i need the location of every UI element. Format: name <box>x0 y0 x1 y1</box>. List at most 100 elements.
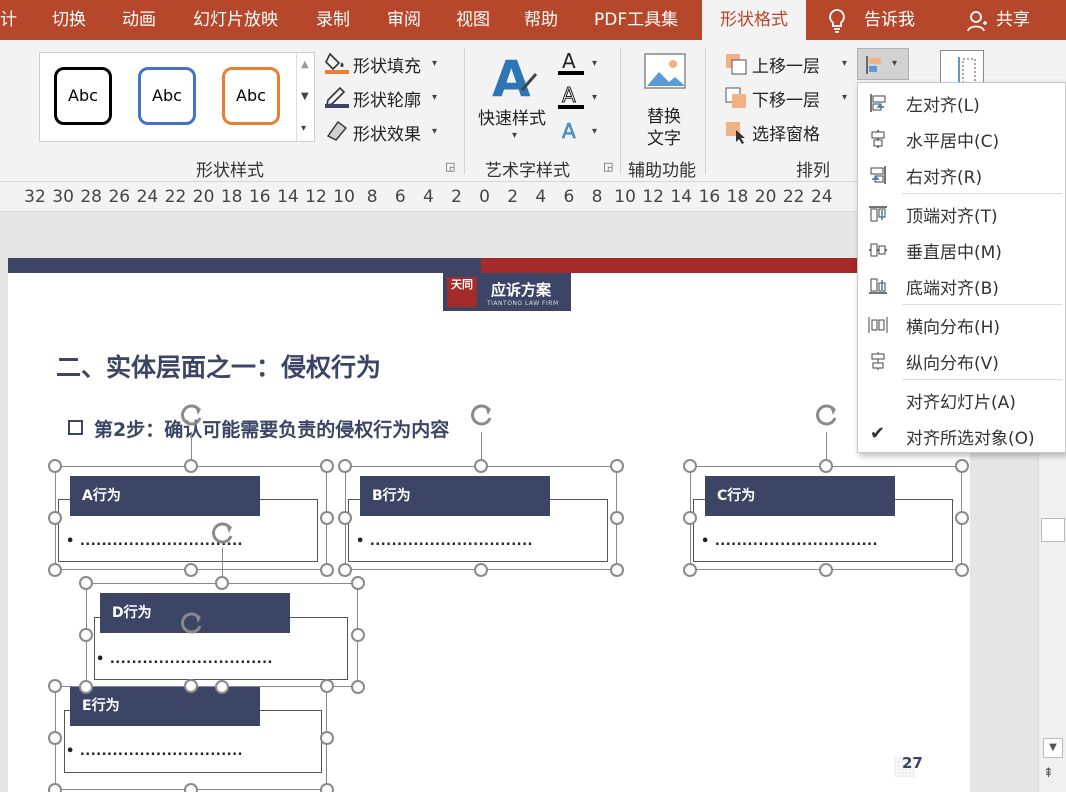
menu-item-align-right[interactable]: 右对齐(R) <box>858 157 1065 191</box>
shape-effects-icon[interactable] <box>324 118 350 142</box>
resize-handle[interactable] <box>474 459 488 473</box>
tab-shape-format[interactable]: 形状格式 <box>702 0 806 40</box>
selection-pane-icon[interactable] <box>724 120 748 144</box>
dialog-launcher-icon[interactable]: ◲ <box>603 160 613 173</box>
menu-item-align-to-slide[interactable]: 对齐幻灯片(A) <box>858 382 1065 416</box>
shape-outline-icon[interactable] <box>324 84 350 108</box>
tab-transitions[interactable]: 切换 <box>52 0 86 40</box>
chevron-down-icon[interactable]: ▾ <box>432 92 437 103</box>
chevron-down-icon[interactable]: ▾ <box>432 126 437 137</box>
resize-handle[interactable] <box>819 459 833 473</box>
resize-handle[interactable] <box>48 731 62 745</box>
rotate-handle-icon[interactable] <box>469 402 495 428</box>
previous-slide-icon[interactable]: ⇞ <box>1043 766 1054 781</box>
bring-forward-icon[interactable] <box>724 52 748 76</box>
resize-handle[interactable] <box>610 459 624 473</box>
resize-handle[interactable] <box>79 576 93 590</box>
resize-handle[interactable] <box>320 783 334 792</box>
menu-item-align-left[interactable]: 左对齐(L) <box>858 85 1065 119</box>
resize-handle[interactable] <box>320 511 334 525</box>
resize-handle[interactable] <box>819 563 833 577</box>
tell-me-search[interactable]: 告诉我 <box>864 0 915 40</box>
resize-handle[interactable] <box>320 679 334 693</box>
resize-handle[interactable] <box>610 511 624 525</box>
chevron-down-icon[interactable]: ▾ <box>592 92 597 103</box>
resize-handle[interactable] <box>338 563 352 577</box>
resize-handle[interactable] <box>351 680 365 694</box>
resize-handle[interactable] <box>320 459 334 473</box>
gallery-scroll[interactable]: ▲ ▼ ▾ <box>296 53 314 141</box>
resize-handle[interactable] <box>184 783 198 792</box>
menu-item-align-center[interactable]: 水平居中(C) <box>858 121 1065 155</box>
menu-item-align-selected[interactable]: ✔ 对齐所选对象(O) <box>858 418 1065 452</box>
menu-item-align-top[interactable]: 顶端对齐(T) <box>858 196 1065 230</box>
send-backward-icon[interactable] <box>724 86 748 110</box>
scroll-thumb[interactable] <box>1041 518 1065 542</box>
rotate-handle-icon[interactable] <box>179 610 205 636</box>
resize-handle[interactable] <box>184 563 198 577</box>
dialog-launcher-icon[interactable]: ◲ <box>445 160 455 173</box>
shape-style-sample[interactable]: Abc <box>138 67 196 125</box>
resize-handle[interactable] <box>48 511 62 525</box>
menu-item-align-bottom[interactable]: 底端对齐(B) <box>858 268 1065 302</box>
gallery-more-icon[interactable]: ▾ <box>301 123 306 134</box>
tab-slideshow[interactable]: 幻灯片放映 <box>193 0 278 40</box>
resize-handle[interactable] <box>955 511 969 525</box>
shape-outline-label[interactable]: 形状轮廓 <box>353 86 421 111</box>
resize-handle[interactable] <box>338 459 352 473</box>
alt-text-icon[interactable] <box>643 52 687 92</box>
resize-handle[interactable] <box>48 563 62 577</box>
selection-pane-label[interactable]: 选择窗格 <box>752 120 820 145</box>
chevron-down-icon[interactable]: ▾ <box>512 130 517 141</box>
resize-handle[interactable] <box>683 563 697 577</box>
text-outline-icon[interactable]: A <box>558 83 586 110</box>
resize-handle[interactable] <box>48 679 62 693</box>
menu-item-distribute-horizontal[interactable]: 横向分布(H) <box>858 307 1065 341</box>
shape-fill-icon[interactable] <box>324 50 350 74</box>
resize-handle[interactable] <box>320 731 334 745</box>
tab-record[interactable]: 录制 <box>316 0 350 40</box>
chevron-up-icon[interactable]: ▲ <box>301 59 309 70</box>
resize-handle[interactable] <box>338 511 352 525</box>
resize-handle[interactable] <box>474 563 488 577</box>
chevron-down-icon[interactable]: ▼ <box>301 91 309 102</box>
resize-handle[interactable] <box>320 563 334 577</box>
send-backward-label[interactable]: 下移一层 <box>752 86 820 111</box>
resize-handle[interactable] <box>351 628 365 642</box>
chevron-down-icon[interactable]: ▾ <box>592 58 597 69</box>
lightbulb-icon[interactable] <box>826 8 848 34</box>
scroll-down-icon[interactable]: ▼ <box>1043 738 1063 758</box>
tab-view[interactable]: 视图 <box>456 0 490 40</box>
chevron-down-icon[interactable]: ▾ <box>432 58 437 69</box>
tab-design[interactable]: 计 <box>0 0 17 40</box>
chevron-down-icon[interactable]: ▾ <box>842 58 847 69</box>
resize-handle[interactable] <box>79 628 93 642</box>
resize-handle[interactable] <box>215 576 229 590</box>
tab-review[interactable]: 审阅 <box>387 0 421 40</box>
resize-handle[interactable] <box>683 511 697 525</box>
chevron-down-icon[interactable]: ▾ <box>592 126 597 137</box>
resize-handle[interactable] <box>48 783 62 792</box>
menu-item-distribute-vertical[interactable]: 纵向分布(V) <box>858 343 1065 377</box>
align-button[interactable]: ▾ <box>857 48 909 80</box>
shape-effects-label[interactable]: 形状效果 <box>353 120 421 145</box>
share-button[interactable]: 共享 <box>996 0 1030 40</box>
menu-item-align-middle[interactable]: 垂直居中(M) <box>858 232 1065 266</box>
wordart-a-icon[interactable]: A <box>490 50 540 108</box>
resize-handle[interactable] <box>351 576 365 590</box>
chevron-down-icon[interactable]: ▾ <box>842 92 847 103</box>
resize-handle[interactable] <box>79 680 93 694</box>
resize-handle[interactable] <box>215 680 229 694</box>
shape-style-sample[interactable]: Abc <box>54 67 112 125</box>
resize-handle[interactable] <box>48 459 62 473</box>
alt-text-label[interactable]: 文字 <box>647 124 681 149</box>
text-fill-icon[interactable]: A <box>558 49 586 76</box>
rotate-handle-icon[interactable] <box>814 402 840 428</box>
tab-animations[interactable]: 动画 <box>122 0 156 40</box>
resize-handle[interactable] <box>184 459 198 473</box>
resize-handle[interactable] <box>610 563 624 577</box>
rotate-handle-icon[interactable] <box>210 520 236 546</box>
bring-forward-label[interactable]: 上移一层 <box>752 52 820 77</box>
slide-heading[interactable]: 二、实体层面之一：侵权行为 <box>56 348 381 384</box>
tab-help[interactable]: 帮助 <box>524 0 558 40</box>
